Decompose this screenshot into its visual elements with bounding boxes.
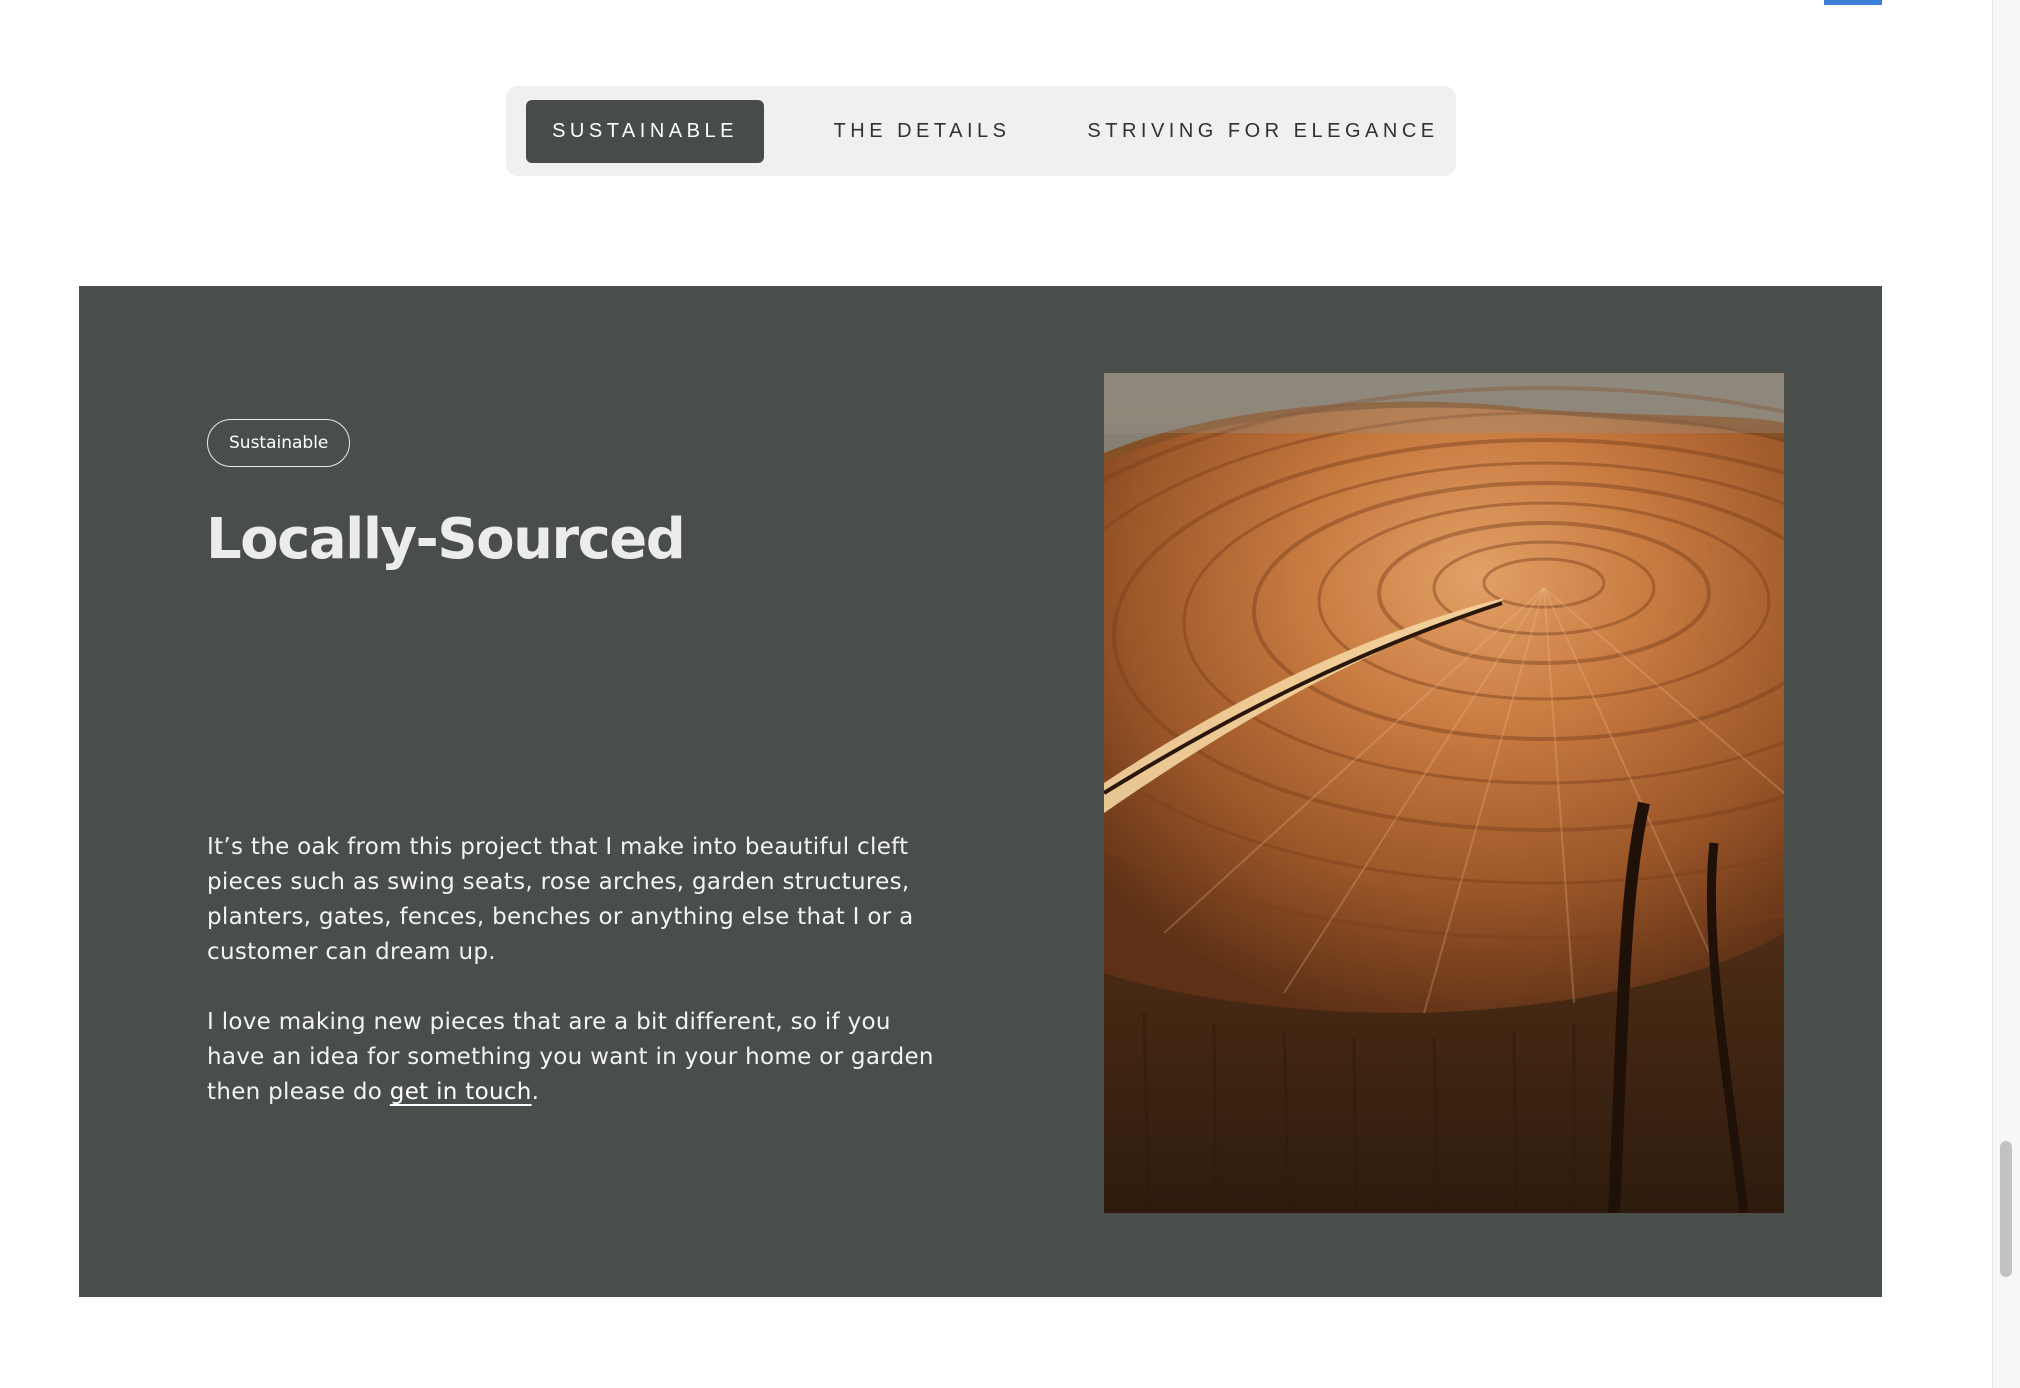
top-accent-bar	[1824, 0, 1882, 5]
tab-striving-for-elegance[interactable]: STRIVING FOR ELEGANCE	[1086, 100, 1440, 163]
wood-log-photo	[1104, 373, 1784, 1213]
wood-log-illustration	[1104, 373, 1784, 1213]
section-heading: Locally-Sourced	[206, 507, 686, 572]
body-paragraph-2: I love making new pieces that are a bit …	[207, 1005, 937, 1110]
paragraph-end: .	[531, 1079, 540, 1105]
scrollbar-thumb[interactable]	[2000, 1141, 2012, 1277]
tab-bar: SUSTAINABLE THE DETAILS STRIVING FOR ELE…	[506, 86, 1456, 176]
tab-the-details[interactable]: THE DETAILS	[782, 100, 1062, 163]
section-body: It’s the oak from this project that I ma…	[207, 830, 937, 1145]
get-in-touch-link[interactable]: get in touch	[390, 1079, 532, 1105]
body-paragraph-1: It’s the oak from this project that I ma…	[207, 834, 914, 965]
paragraph-text: I love making new pieces that are a bit …	[207, 1009, 934, 1105]
scrollbar-track[interactable]	[1992, 0, 2020, 1388]
category-tag: Sustainable	[207, 419, 351, 467]
feature-section: Sustainable Locally-Sourced It’s the oak…	[79, 286, 1882, 1297]
tab-sustainable[interactable]: SUSTAINABLE	[526, 100, 764, 163]
